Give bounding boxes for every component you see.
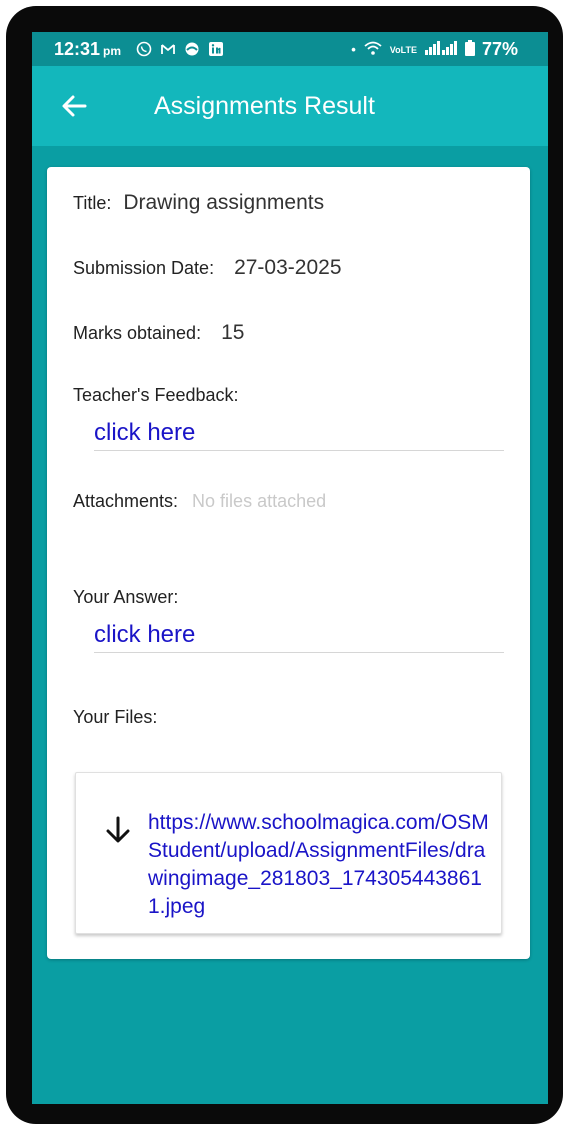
volte-icon: VoLTE	[389, 44, 417, 55]
marks-value: 15	[221, 321, 245, 344]
status-bar: 12:31 pm • VoLTE 77%	[32, 32, 548, 66]
marks-label: Marks obtained:	[73, 323, 202, 343]
linkedin-icon	[208, 41, 224, 57]
feedback-link[interactable]: click here	[94, 419, 195, 447]
whatsapp-icon	[136, 41, 152, 57]
attachments-label: Attachments:	[73, 491, 179, 511]
answer-link[interactable]: click here	[94, 621, 195, 649]
answer-divider	[94, 652, 504, 653]
submission-label: Submission Date:	[73, 258, 215, 278]
attachments-value: No files attached	[192, 491, 327, 511]
app-bar: Assignments Result	[32, 66, 548, 146]
clock-ampm: pm	[103, 44, 122, 58]
screen: 12:31 pm • VoLTE 77% Assignments Result …	[32, 32, 548, 1104]
notification-icons	[136, 41, 224, 57]
result-card: Title: Drawing assignments Submission Da…	[47, 167, 530, 959]
submission-row: Submission Date: 27-03-2025	[73, 256, 342, 280]
phone-frame: 12:31 pm • VoLTE 77% Assignments Result …	[6, 6, 563, 1124]
status-right: • VoLTE 77%	[351, 39, 518, 60]
answer-row: Your Answer:	[73, 587, 178, 608]
status-time: 12:31 pm	[54, 39, 121, 60]
clock-time: 12:31	[54, 39, 101, 59]
file-item: https://www.schoolmagica.com/OSMStudent/…	[75, 772, 502, 934]
arrow-left-icon	[62, 95, 87, 117]
gmail-icon	[160, 41, 176, 57]
title-row: Title: Drawing assignments	[73, 191, 324, 215]
attachments-row: Attachments: No files attached	[73, 491, 326, 512]
title-label: Title:	[73, 193, 112, 213]
download-icon[interactable]	[104, 815, 132, 845]
file-link[interactable]: https://www.schoolmagica.com/OSMStudent/…	[148, 809, 493, 921]
battery-percent: 77%	[481, 39, 518, 59]
feedback-divider	[94, 450, 504, 451]
dot-icon: •	[351, 42, 356, 57]
submission-value: 27-03-2025	[234, 256, 342, 279]
back-button[interactable]	[54, 86, 94, 126]
wifi-icon	[363, 40, 383, 59]
files-row: Your Files:	[73, 707, 157, 728]
app-icon	[184, 41, 200, 57]
battery-icon	[464, 40, 475, 59]
signal-icon	[424, 41, 458, 58]
feedback-label: Teacher's Feedback:	[73, 385, 239, 405]
title-value: Drawing assignments	[123, 191, 325, 214]
answer-label: Your Answer:	[73, 587, 179, 607]
page-title: Assignments Result	[154, 92, 375, 120]
feedback-row: Teacher's Feedback:	[73, 385, 239, 406]
marks-row: Marks obtained: 15	[73, 321, 244, 345]
files-label: Your Files:	[73, 707, 158, 727]
